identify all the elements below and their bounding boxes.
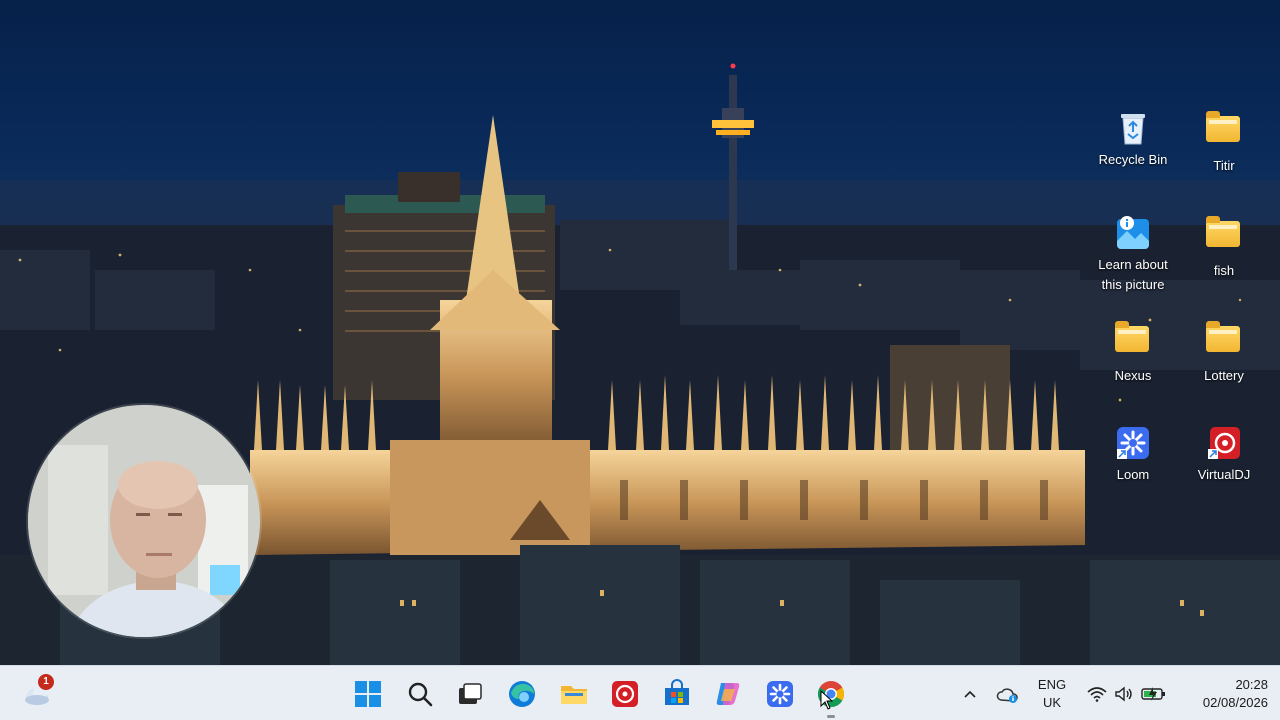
- folder-icon: [1206, 216, 1242, 257]
- mouse-cursor-icon: [820, 690, 834, 710]
- volume-icon: [1115, 686, 1132, 702]
- presenter-video: [28, 405, 260, 637]
- virtualdj-icon: [1206, 425, 1242, 461]
- store-icon: [665, 679, 689, 705]
- folder-icon: [1115, 321, 1151, 362]
- onedrive-cloud-icon: [996, 688, 1018, 703]
- desktop-icon-label: Titir: [1213, 158, 1235, 173]
- folder-icon: [1206, 321, 1242, 362]
- folder-icon: [1206, 111, 1242, 152]
- file-explorer-icon: [561, 686, 587, 704]
- webcam-overlay[interactable]: [28, 405, 260, 637]
- search-icon: [408, 682, 433, 707]
- loom-icon: [767, 681, 793, 707]
- desktop-icon-fish[interactable]: fish: [1181, 215, 1267, 281]
- desktop-icon-recycle-bin[interactable]: Recycle Bin: [1090, 110, 1176, 170]
- desktop-icon-label: Nexus: [1114, 368, 1152, 383]
- battery-charging-icon: [1140, 687, 1165, 701]
- clock-date: 02/08/2026: [1202, 695, 1268, 710]
- desktop-icon-lottery[interactable]: Lottery: [1181, 320, 1267, 386]
- language-code: ENG: [1037, 677, 1067, 692]
- task-view-button[interactable]: [452, 676, 488, 712]
- learn-about-picture-icon: [1115, 215, 1151, 251]
- weather-widget[interactable]: 1: [18, 674, 54, 712]
- windows-start-icon: [355, 681, 381, 707]
- task-view-icon: [459, 683, 482, 704]
- edge-icon: [509, 681, 535, 707]
- search-button[interactable]: [402, 676, 438, 712]
- loom-icon: [1115, 425, 1151, 461]
- desktop-icon-label-line1: Learn about: [1098, 257, 1168, 272]
- clock[interactable]: 20:28 02/08/2026: [1178, 676, 1274, 712]
- quick-settings-button[interactable]: [1084, 680, 1170, 708]
- chevron-up-icon: [964, 690, 976, 698]
- onedrive-button[interactable]: [990, 676, 1026, 712]
- recycle-bin-icon: [1115, 110, 1151, 146]
- taskbar: 1 ENG UK 20:28 02/08/2026: [0, 665, 1280, 720]
- desktop-icon-label: Lottery: [1204, 368, 1244, 383]
- notification-badge: 1: [38, 674, 54, 690]
- desktop-icon-virtualdj[interactable]: VirtualDJ: [1181, 425, 1267, 485]
- copilot-icon: [716, 683, 740, 705]
- desktop-icon-titir[interactable]: Titir: [1181, 110, 1267, 176]
- show-hidden-icons-button[interactable]: [952, 676, 988, 712]
- running-indicator: [827, 715, 835, 718]
- desktop-icon-nexus[interactable]: Nexus: [1090, 320, 1176, 386]
- edge-button[interactable]: [504, 676, 540, 712]
- loom-taskbar-button[interactable]: [762, 676, 798, 712]
- desktop-icon-label: Recycle Bin: [1098, 152, 1168, 167]
- language-indicator[interactable]: ENG UK: [1030, 676, 1074, 712]
- store-button[interactable]: [659, 676, 695, 712]
- keyboard-layout: UK: [1042, 695, 1062, 710]
- clock-time: 20:28: [1235, 677, 1268, 692]
- start-button[interactable]: [350, 676, 386, 712]
- desktop-icon-label: fish: [1213, 263, 1235, 278]
- copilot-button[interactable]: [710, 676, 746, 712]
- desktop-icon-loom[interactable]: Loom: [1090, 425, 1176, 485]
- desktop-icon-label-line2: this picture: [1101, 277, 1165, 292]
- file-explorer-button[interactable]: [556, 676, 592, 712]
- desktop-icon-label: Loom: [1116, 467, 1150, 482]
- desktop-icon-label: VirtualDJ: [1197, 467, 1251, 482]
- wifi-icon: [1087, 687, 1107, 702]
- virtualdj-taskbar-button[interactable]: [607, 676, 643, 712]
- virtualdj-icon: [612, 681, 638, 707]
- desktop-icon-learn-about-picture[interactable]: Learn about this picture: [1090, 215, 1176, 295]
